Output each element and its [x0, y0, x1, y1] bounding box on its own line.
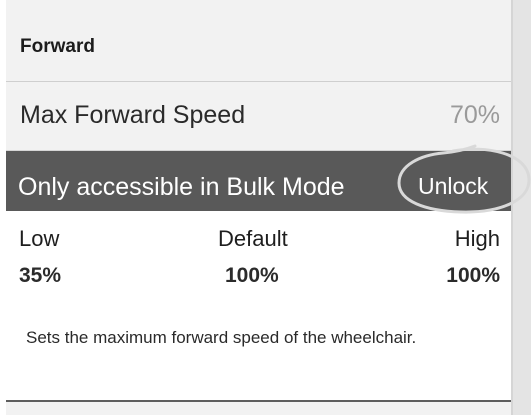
section-header: Forward	[6, 0, 513, 82]
max-forward-speed-row[interactable]: Max Forward Speed 70%	[6, 82, 513, 151]
range-default-label: Default	[218, 226, 288, 251]
max-forward-speed-value: 70%	[449, 101, 500, 129]
max-forward-speed-label: Max Forward Speed	[20, 101, 246, 129]
bulk-mode-message: Only accessible in Bulk Mode	[18, 173, 345, 201]
range-low-label: Low	[19, 226, 60, 251]
unlock-annotation-circle	[397, 144, 531, 214]
range-labels-row: Low Default High	[6, 226, 513, 254]
range-default-value: 100%	[225, 264, 279, 287]
setting-description: Sets the maximum forward speed of the wh…	[26, 328, 417, 347]
range-high-label: High	[454, 226, 500, 251]
range-values-row: 35% 100% 100%	[6, 264, 513, 292]
next-section-header	[6, 402, 513, 415]
range-high-value: 100%	[446, 264, 500, 287]
section-title: Forward	[20, 36, 95, 57]
range-low-value: 35%	[19, 264, 62, 287]
